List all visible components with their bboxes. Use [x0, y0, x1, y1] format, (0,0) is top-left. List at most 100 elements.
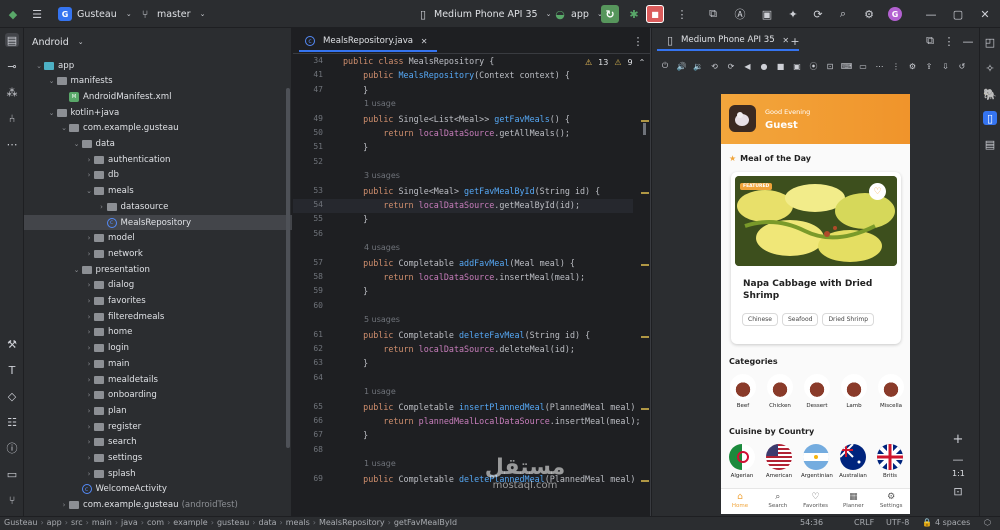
gemini-icon[interactable]: ✧ — [983, 61, 997, 75]
settings-icon[interactable]: ⚙ — [906, 59, 920, 73]
chevron-icon[interactable]: ⌄ — [72, 266, 82, 274]
tree-item[interactable]: › home — [24, 325, 292, 340]
tree-item[interactable]: ⌄ presentation — [24, 262, 292, 277]
stop-button[interactable]: ■ — [646, 0, 664, 28]
code-line[interactable]: public Single<List<Meal>> getFavMeals() … — [343, 114, 570, 124]
account-button[interactable]: G — [888, 0, 902, 28]
category-item[interactable]: Chicken — [766, 374, 794, 409]
download-icon[interactable]: ⇩ — [939, 59, 953, 73]
lock-icon[interactable]: 🔒 — [922, 518, 932, 527]
upload-icon[interactable]: ⇪ — [922, 59, 936, 73]
category-item[interactable]: Beef — [729, 374, 757, 409]
code-line[interactable]: return plannedMealLocalDataSource.insert… — [343, 416, 640, 426]
main-menu-icon[interactable]: ☰ — [30, 0, 44, 28]
terminal-icon[interactable]: ▭ — [5, 467, 19, 481]
caret-position[interactable]: 54:36 — [800, 518, 823, 527]
chevron-icon[interactable]: › — [97, 203, 107, 211]
maximize-button[interactable]: ▢ — [951, 0, 965, 28]
tree-item[interactable]: › dialog — [24, 278, 292, 293]
resource-manager-icon[interactable]: ⁂ — [5, 85, 19, 99]
project-selector[interactable]: G Gusteau ⌄ — [58, 0, 136, 28]
toolbar-action-5[interactable]: ⟳ — [811, 0, 825, 28]
tree-item[interactable]: c WelcomeActivity — [24, 482, 292, 497]
chevron-icon[interactable]: › — [84, 344, 94, 352]
warning-marker[interactable] — [641, 335, 649, 338]
snapshot-icon[interactable]: ⊡ — [823, 59, 837, 73]
line-separator[interactable]: CRLF — [854, 518, 874, 527]
tree-item[interactable]: › onboarding — [24, 388, 292, 403]
more-run-actions[interactable]: ⋮ — [675, 0, 689, 28]
run-icon[interactable]: T — [5, 363, 19, 377]
chevron-icon[interactable]: › — [84, 360, 94, 368]
category-item[interactable]: Miscella — [877, 374, 905, 409]
country-item[interactable]: Australian — [838, 444, 868, 479]
code-line[interactable]: public Completable addFavMeal(Meal meal)… — [343, 258, 575, 268]
tree-item[interactable]: › plan — [24, 403, 292, 418]
tree-item[interactable]: M AndroidManifest.xml — [24, 89, 292, 104]
chevron-icon[interactable]: › — [84, 281, 94, 289]
warning-marker[interactable] — [641, 263, 649, 266]
chevron-icon[interactable]: › — [84, 250, 94, 258]
screenshot-icon[interactable]: ▣ — [790, 59, 804, 73]
add-device-icon[interactable]: + — [788, 34, 802, 48]
chevron-icon[interactable]: ⌄ — [47, 109, 57, 117]
code-line[interactable]: public Completable deletePlannedMeal(Pla… — [343, 474, 635, 484]
device-selector[interactable]: ▯ Medium Phone API 35 ⌄ — [416, 0, 556, 28]
chevron-icon[interactable]: › — [84, 234, 94, 242]
toolbar-action-2[interactable]: Ⓐ — [733, 0, 747, 28]
nav-item-settings[interactable]: ⚙ Settings — [872, 492, 910, 509]
tree-item[interactable]: ⌄ com.example.gusteau — [24, 121, 292, 136]
tree-item[interactable]: › network — [24, 246, 292, 261]
code-line[interactable]: } — [343, 142, 368, 152]
breadcrumb-item[interactable]: meals — [286, 518, 310, 527]
tree-item[interactable]: › db — [24, 168, 292, 183]
home-icon[interactable]: ● — [757, 59, 771, 73]
tree-item[interactable]: › datasource — [24, 199, 292, 214]
code-line[interactable]: } — [343, 286, 368, 296]
settings-button[interactable]: ⚙ — [862, 0, 876, 28]
more-tools-icon[interactable]: ⋯ — [5, 137, 19, 151]
code-line[interactable]: public class MealsRepository { — [343, 56, 494, 66]
code-line[interactable]: } — [343, 214, 368, 224]
code-line[interactable]: } — [343, 358, 368, 368]
usage-hint[interactable]: 4 usages — [364, 243, 400, 252]
volume-down-icon[interactable]: 🔉 — [691, 59, 705, 73]
chevron-icon[interactable]: ⌄ — [84, 187, 94, 195]
tree-item[interactable]: ⌄ app — [24, 58, 292, 73]
code-line[interactable]: public Single<Meal> getFavMealById(Strin… — [343, 186, 600, 196]
chevron-icon[interactable]: › — [84, 297, 94, 305]
chevron-icon[interactable]: › — [84, 328, 94, 336]
code-line[interactable]: return localDataSource.getAllMeals(); — [343, 128, 570, 138]
tree-item[interactable]: ⌄ manifests — [24, 74, 292, 89]
code-line[interactable]: public Completable deleteFavMeal(String … — [343, 330, 590, 340]
chevron-icon[interactable]: › — [84, 376, 94, 384]
tag-chip[interactable]: Seafood — [781, 313, 819, 326]
close-button[interactable]: ✕ — [978, 0, 992, 28]
warning-marker[interactable] — [641, 479, 649, 482]
warning-marker[interactable] — [641, 119, 649, 122]
breadcrumb-item[interactable]: getFavMealById — [394, 518, 457, 527]
power-icon[interactable]: ⏻ — [658, 59, 672, 73]
meal-card[interactable]: FEATURED ♡ Napa Cabbage with Dried Shrim… — [731, 172, 901, 344]
overview-icon[interactable]: ■ — [774, 59, 788, 73]
toolbar-action-4[interactable]: ✦ — [786, 0, 800, 28]
breadcrumb-item[interactable]: com — [147, 518, 164, 527]
zoom-out-icon[interactable]: — — [951, 452, 965, 466]
branch-selector[interactable]: ⑂ master ⌄ — [138, 0, 210, 28]
tag-chip[interactable]: Dried Shrimp — [822, 313, 874, 326]
country-item[interactable]: American — [764, 444, 794, 479]
breadcrumb-item[interactable]: MealsRepository — [319, 518, 385, 527]
breadcrumb-item[interactable]: main — [92, 518, 112, 527]
hide-icon[interactable]: — — [961, 34, 975, 48]
tree-item[interactable]: › login — [24, 341, 292, 356]
usage-hint[interactable]: 1 usage — [364, 387, 396, 396]
tag-chip[interactable]: Chinese — [742, 313, 778, 326]
warning-marker[interactable] — [641, 191, 649, 194]
breadcrumb-item[interactable]: data — [259, 518, 277, 527]
chevron-icon[interactable]: ⌄ — [72, 140, 82, 148]
breadcrumb-item[interactable]: src — [71, 518, 83, 527]
nav-item-search[interactable]: ⌕ Search — [759, 492, 797, 509]
code-line[interactable]: public MealsRepository(Context context) … — [343, 70, 570, 80]
country-item[interactable]: Britis — [875, 444, 905, 479]
file-encoding[interactable]: UTF-8 — [886, 518, 909, 527]
